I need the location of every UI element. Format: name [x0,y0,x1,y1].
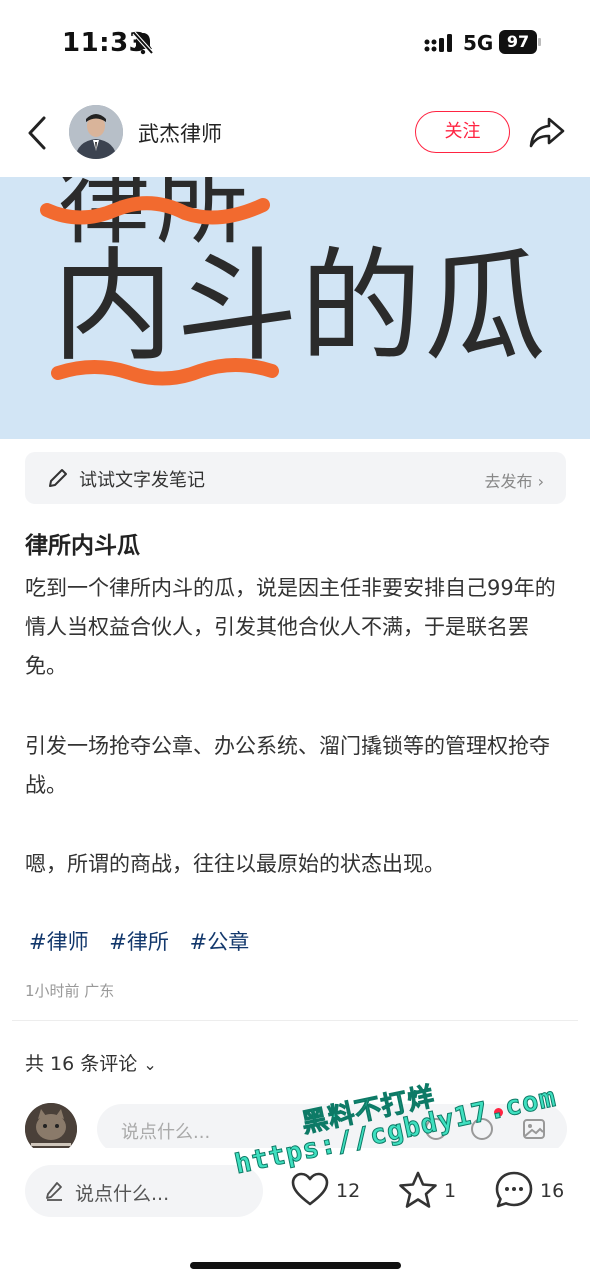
home-indicator[interactable] [190,1262,401,1269]
post-paragraph-1: 吃到一个律所内斗的瓜，说是因主任非要安排自己99年的情人当权益合伙人，引发其他合… [25,576,556,678]
comments-count-label: 共 16 条评论 [25,1053,138,1075]
battery-indicator: 97 [499,30,537,54]
publish-link[interactable]: 去发布 › [484,468,544,492]
pencil-icon [49,469,67,487]
text-note-prompt[interactable]: 试试文字发笔记 去发布 › [25,452,566,504]
network-type: 5G [463,31,494,55]
bottom-input-placeholder: 说点什么... [75,1183,170,1205]
comment-button[interactable]: 16 [494,1170,566,1212]
like-button[interactable]: 12 [290,1170,362,1212]
cover-underlines [40,196,279,386]
comment-count: 16 [540,1180,565,1202]
signal-icon [424,34,452,52]
tag-link[interactable]: #公章 [190,930,250,954]
bell-muted-icon [132,31,154,55]
heart-icon [291,1172,329,1206]
back-arrow-icon[interactable] [22,112,52,154]
author-name[interactable]: 武杰律师 [138,118,222,148]
collect-button[interactable]: 1 [398,1170,458,1212]
status-bar: 11:33 5G 97 [0,0,590,88]
pencil-icon [46,1182,62,1201]
author-photo [69,105,123,159]
divider [12,1020,578,1021]
star-icon [399,1171,437,1208]
post-title: 律所内斗瓜 [25,533,140,559]
comment-bubble-icon [495,1171,533,1208]
publish-label: 去发布 [484,472,533,491]
image-icon[interactable] [521,1116,547,1142]
post-tags: #律师 #律所 #公章 [29,926,263,956]
like-count: 12 [336,1180,361,1202]
post-meta: 1小时前 广东 [25,982,115,1000]
comment-input-placeholder: 说点什么... [121,1122,211,1143]
battery-cap [538,38,541,46]
tag-link[interactable]: #律师 [29,930,89,954]
post-cover-image: 律所 内斗的瓜 [0,177,590,439]
author-avatar[interactable] [69,105,123,159]
collect-count: 1 [444,1180,457,1202]
chevron-down-icon: ⌄ [143,1055,157,1074]
post-paragraph-3: 嗯，所谓的商战，往往以最原始的状态出现。 [25,852,445,876]
post-paragraph-2: 引发一场抢夺公章、办公系统、溜门撬锁等的管理权抢夺战。 [25,734,550,797]
bottom-comment-input[interactable]: 说点什么... [25,1165,263,1217]
follow-button[interactable]: 关注 [415,111,510,153]
comments-count-toggle[interactable]: 共 16 条评论 ⌄ [25,1049,157,1076]
share-icon[interactable] [528,114,566,150]
tag-link[interactable]: #律所 [109,930,169,954]
prompt-text: 试试文字发笔记 [79,470,205,491]
chevron-right-icon: › [537,472,544,491]
